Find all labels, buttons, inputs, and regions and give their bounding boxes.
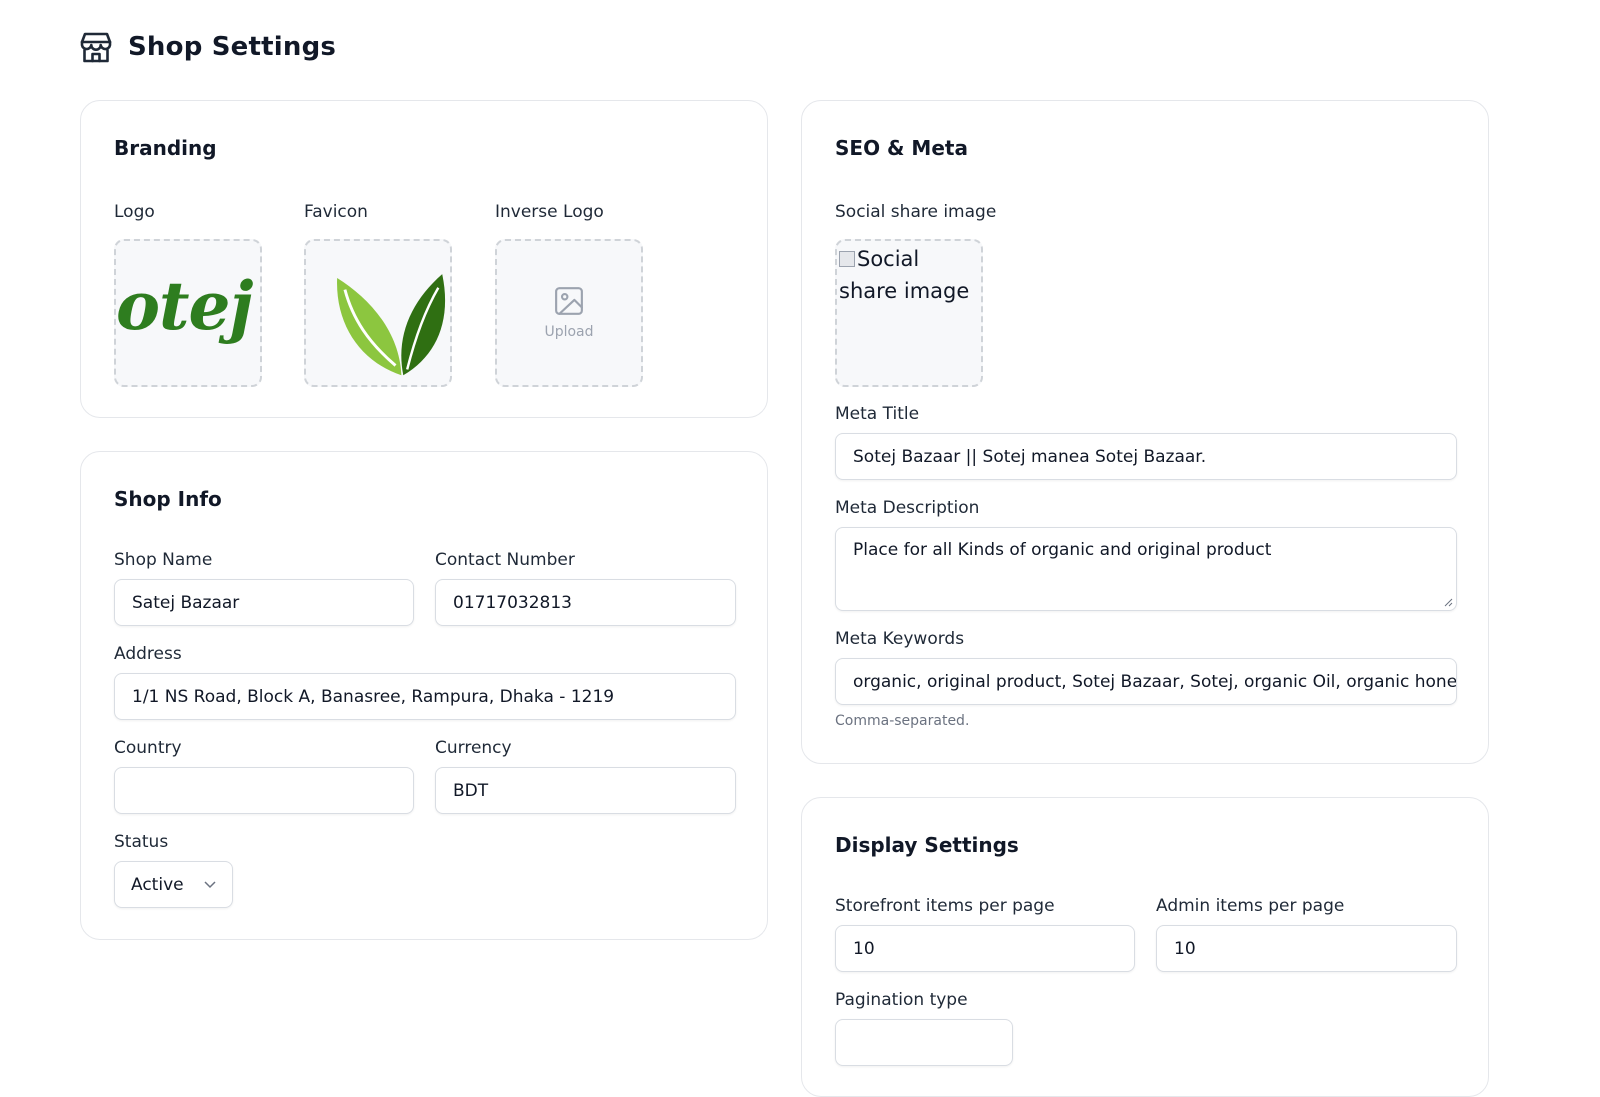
- logo-label: Logo: [114, 202, 155, 222]
- inverse-logo-label: Inverse Logo: [495, 202, 604, 222]
- display-settings-card: Display Settings Storefront items per pa…: [801, 797, 1489, 1097]
- admin-items-label: Admin items per page: [1156, 896, 1345, 916]
- display-settings-title: Display Settings: [835, 833, 1019, 857]
- admin-items-input[interactable]: 10: [1156, 925, 1457, 972]
- meta-keywords-input[interactable]: organic, original product, Sotej Bazaar,…: [835, 658, 1457, 705]
- chevron-down-icon: [204, 880, 216, 888]
- country-label: Country: [114, 738, 182, 758]
- shop-info-card: Shop Info Shop Name Satej Bazaar Contact…: [80, 451, 768, 940]
- broken-image-icon: [839, 251, 855, 267]
- favicon-label: Favicon: [304, 202, 368, 222]
- resize-handle-icon[interactable]: [1443, 597, 1453, 607]
- status-label: Status: [114, 832, 169, 852]
- address-label: Address: [114, 644, 182, 664]
- favicon-upload[interactable]: [304, 239, 452, 387]
- status-value: Active: [131, 874, 184, 895]
- meta-title-input[interactable]: Sotej Bazaar || Sotej manea Sotej Bazaar…: [835, 433, 1457, 480]
- social-image-label: Social share image: [835, 202, 997, 222]
- meta-description-textarea[interactable]: Place for all Kinds of organic and origi…: [835, 527, 1457, 611]
- social-image-upload[interactable]: Social share image: [835, 239, 983, 387]
- currency-label: Currency: [435, 738, 512, 758]
- page-header: Shop Settings: [80, 30, 336, 64]
- branding-title: Branding: [114, 136, 217, 160]
- address-input[interactable]: 1/1 NS Road, Block A, Banasree, Rampura,…: [114, 673, 736, 720]
- status-select[interactable]: Active: [114, 861, 233, 908]
- inverse-logo-upload[interactable]: Upload: [495, 239, 643, 387]
- logo-upload[interactable]: otej i: [114, 239, 262, 387]
- keywords-hint: Comma-separated.: [835, 713, 970, 729]
- storefront-items-label: Storefront items per page: [835, 896, 1055, 916]
- pagination-type-label: Pagination type: [835, 990, 968, 1010]
- store-icon: [80, 32, 112, 63]
- storefront-items-input[interactable]: 10: [835, 925, 1135, 972]
- meta-title-label: Meta Title: [835, 404, 920, 424]
- meta-description-label: Meta Description: [835, 498, 980, 518]
- contact-number-label: Contact Number: [435, 550, 575, 570]
- leaf-logo-image: [322, 242, 446, 382]
- pagination-type-select[interactable]: [835, 1019, 1013, 1066]
- meta-description-text: Place for all Kinds of organic and origi…: [853, 540, 1272, 560]
- contact-number-input[interactable]: 01717032813: [435, 579, 736, 626]
- country-input[interactable]: [114, 767, 414, 814]
- meta-keywords-label: Meta Keywords: [835, 629, 965, 649]
- shop-name-label: Shop Name: [114, 550, 213, 570]
- upload-label: Upload: [544, 324, 594, 340]
- seo-card: SEO & Meta Social share image Social sha…: [801, 100, 1489, 764]
- social-image-broken: Social share image: [839, 243, 979, 307]
- image-icon: [555, 287, 583, 315]
- shop-info-title: Shop Info: [114, 487, 222, 511]
- page-title: Shop Settings: [128, 32, 337, 62]
- logo-image-text: otej i: [116, 267, 260, 345]
- branding-card: Branding Logo Favicon Inverse Logo otej …: [80, 100, 768, 418]
- seo-title: SEO & Meta: [835, 136, 968, 160]
- shop-name-input[interactable]: Satej Bazaar: [114, 579, 414, 626]
- currency-input[interactable]: BDT: [435, 767, 736, 814]
- social-image-alt: Social share image: [839, 247, 970, 303]
